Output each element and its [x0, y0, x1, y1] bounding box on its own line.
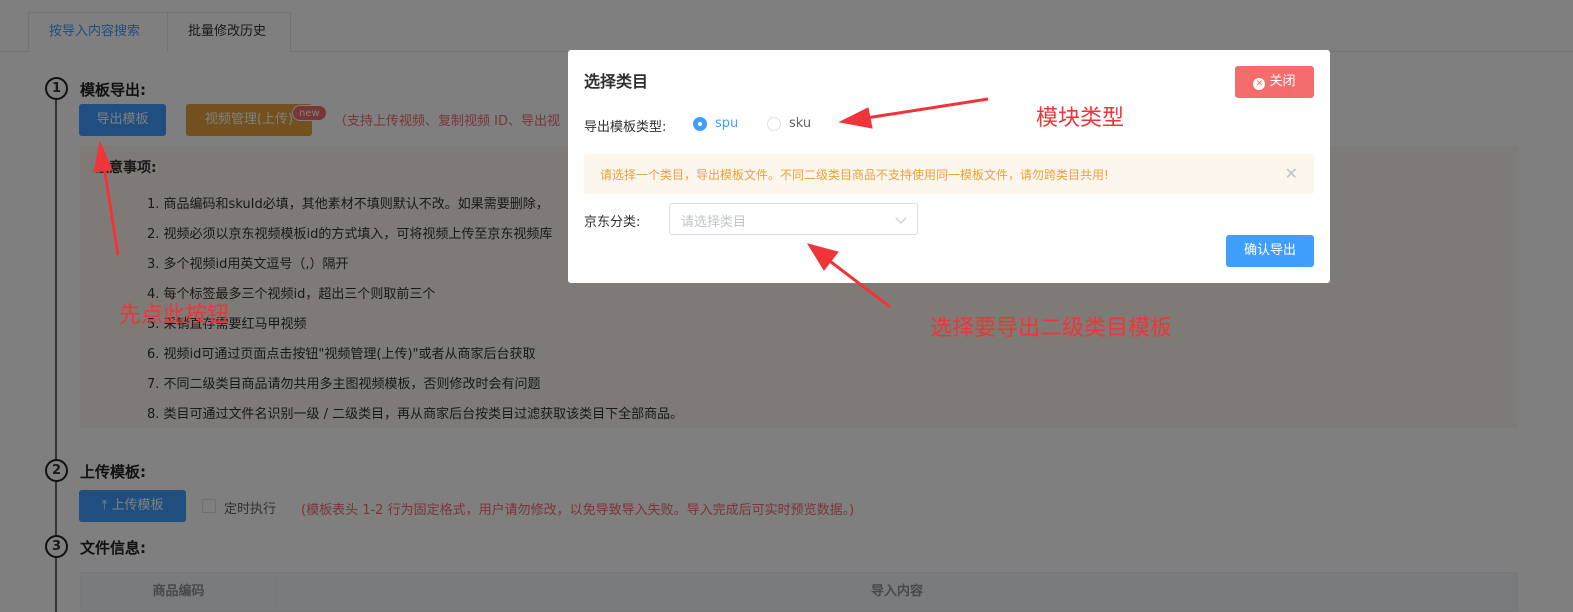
- radio-sku-label[interactable]: sku: [789, 116, 811, 131]
- alert-text: 请选择一个类目，导出模板文件。不同二级类目商品不支持使用同一模板文件，请勿跨类目…: [600, 168, 1109, 182]
- annotation-module-type: 模块类型: [1036, 106, 1125, 131]
- category-select[interactable]: 请选择类目: [669, 203, 918, 235]
- alert-close-icon[interactable]: ✕: [1285, 164, 1298, 183]
- radio-spu-label[interactable]: spu: [715, 116, 738, 131]
- dialog-title: 选择类目: [584, 72, 649, 91]
- radio-sku[interactable]: [767, 117, 781, 131]
- annotation-select-category: 选择要导出二级类目模板: [930, 316, 1173, 341]
- category-label: 京东分类:: [584, 215, 641, 230]
- radio-spu[interactable]: [693, 117, 707, 131]
- template-type-label: 导出模板类型:: [584, 120, 667, 135]
- close-button-label: 关闭: [1269, 74, 1296, 89]
- confirm-export-button[interactable]: 确认导出: [1226, 235, 1314, 267]
- close-circle-icon: ✕: [1253, 78, 1266, 90]
- annotation-click-first: 先点此按钮: [119, 303, 230, 328]
- close-button[interactable]: ✕ 关闭: [1235, 66, 1314, 98]
- select-placeholder: 请选择类目: [681, 215, 747, 230]
- select-category-dialog: 选择类目 ✕ 关闭 导出模板类型: spu sku 请选择一个类目，导出模板文件。…: [568, 50, 1330, 283]
- warning-alert: 请选择一个类目，导出模板文件。不同二级类目商品不支持使用同一模板文件，请勿跨类目…: [584, 154, 1314, 194]
- chevron-down-icon: [895, 212, 907, 224]
